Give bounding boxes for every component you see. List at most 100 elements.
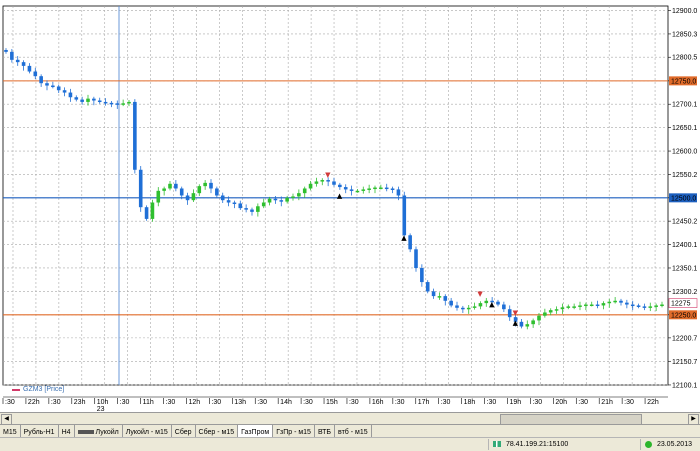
y-tick-label: 12800.5: [672, 55, 697, 62]
x-tick-label: :30: [578, 399, 588, 406]
candle-body: [613, 300, 617, 303]
sell-marker-icon[interactable]: ▼: [325, 171, 331, 179]
candle-body: [455, 305, 459, 308]
connection-icon: [493, 441, 501, 448]
candle-body: [27, 65, 32, 72]
price-chart[interactable]: 12900.0 12850.3 12800.5 12750.0 12700.1 12650…: [0, 0, 700, 412]
candle-body: [425, 282, 430, 292]
x-tick-label: :30: [624, 399, 634, 406]
buy-marker-icon[interactable]: ▲: [513, 319, 519, 327]
candle-body: [402, 195, 407, 236]
candle-body: [396, 189, 401, 196]
tab-label: Рубль-H1: [23, 428, 55, 436]
legend-swatch-icon: [12, 388, 20, 391]
candle-body: [414, 249, 418, 269]
x-tick-label: :30: [303, 399, 313, 406]
candle-body: [408, 235, 412, 250]
candle-body: [607, 301, 612, 304]
candle-body: [232, 202, 237, 205]
tab-label: Сбер: [174, 428, 192, 436]
candle-body: [97, 100, 102, 103]
x-tick-label: :30: [5, 399, 15, 406]
candle-body: [367, 188, 371, 190]
candle-body: [285, 197, 289, 202]
y-tick-label: 12850.3: [672, 31, 697, 38]
candle-body: [80, 99, 84, 102]
x-tick-label: 12h: [188, 399, 200, 406]
candle-body: [560, 307, 565, 310]
candle-body: [496, 301, 500, 305]
y-tick-label: 12600.0: [672, 149, 697, 156]
sell-marker-icon[interactable]: ▼: [513, 309, 519, 317]
x-tick-label: 15h: [326, 399, 338, 406]
x-tick-label: 10h: [97, 399, 109, 406]
candle-body: [144, 207, 149, 219]
candle-body: [326, 180, 330, 182]
x-tick-label: :30: [349, 399, 359, 406]
tab-label: ГзПр - м15: [276, 428, 311, 436]
x-tick-label: 22h: [647, 399, 659, 406]
x-tick-label: 17h: [418, 399, 430, 406]
candle-body: [238, 203, 243, 209]
plot-border: [2, 5, 669, 386]
y-tick-label: 12200.7: [672, 335, 697, 342]
y-tick-label: 12100.1: [672, 382, 697, 389]
candle-body: [138, 169, 143, 208]
candle-body: [4, 49, 8, 52]
buy-marker-icon[interactable]: ▲: [489, 300, 495, 308]
legend-label: GZM3 [Price]: [23, 386, 65, 393]
candle-body: [156, 190, 161, 203]
candle-body: [554, 309, 559, 311]
candle-body: [314, 181, 319, 184]
candle-body: [33, 71, 38, 77]
x-tick-label: :30: [257, 399, 267, 406]
x-tick-label: 23h: [74, 399, 86, 406]
connection-address: 78.41.199.21:15100: [505, 441, 569, 448]
tab-label: H4: [61, 428, 71, 436]
candle-body: [373, 187, 377, 190]
x-tick-label: 13h: [234, 399, 246, 406]
buy-marker-icon[interactable]: ▲: [337, 192, 343, 200]
candle-body: [338, 184, 342, 188]
candle-body: [215, 188, 219, 196]
candle-body: [507, 309, 512, 318]
level-blue-label: 12500.0: [671, 195, 696, 202]
candle-body: [654, 305, 658, 307]
x-tick-label: 21h: [601, 399, 613, 406]
tab-7[interactable]: ГазПром: [238, 424, 274, 438]
candle-body: [174, 183, 178, 189]
sell-marker-icon[interactable]: ▼: [477, 290, 483, 298]
candle-body: [308, 183, 313, 189]
buy-marker-icon[interactable]: ▲: [401, 234, 407, 242]
tab-label: Лукойл - м15: [125, 428, 168, 436]
tab-label: Сбер - м15: [198, 428, 235, 436]
x-tick-label: :30: [487, 399, 497, 406]
candle-body: [519, 321, 524, 327]
candle-body: [601, 303, 606, 306]
candle-body: [62, 90, 67, 93]
candle-body: [543, 312, 547, 316]
candle-body: [572, 306, 576, 308]
y-tick-label: 12700.1: [672, 102, 697, 109]
chart-area[interactable]: 12900.0 12850.3 12800.5 12750.0 12700.1 12650…: [0, 0, 700, 412]
candle-body: [185, 195, 190, 201]
candle-body: [461, 307, 465, 310]
y-tick-label: 12300.2: [672, 289, 697, 296]
x-tick-label: :30: [51, 399, 61, 406]
tab-label: M15: [3, 428, 17, 436]
candle-body: [478, 303, 483, 307]
x-tick-label: :30: [120, 399, 130, 406]
candle-body: [220, 195, 225, 201]
candle-body: [74, 97, 79, 100]
candle-body: [443, 296, 448, 301]
candle-body: [349, 189, 354, 191]
y-tick-label: 12350.1: [672, 265, 697, 272]
candle-body: [537, 315, 541, 321]
candle-body: [642, 306, 647, 308]
candle-body: [279, 200, 284, 202]
candle-body: [15, 59, 20, 63]
candle-body: [103, 101, 108, 104]
candle-body: [431, 291, 436, 297]
x-tick-label: :30: [441, 399, 451, 406]
level-upper-label: 12750.0: [671, 78, 696, 85]
